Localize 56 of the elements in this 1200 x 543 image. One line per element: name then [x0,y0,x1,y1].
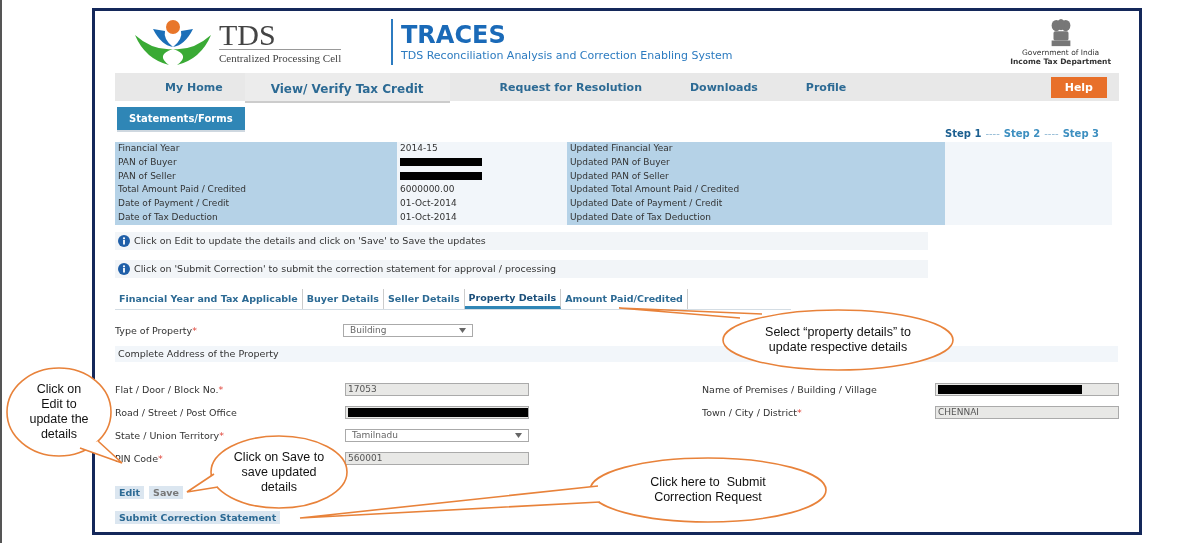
help-button[interactable]: Help [1050,76,1107,98]
caret-icon [459,327,466,333]
tab[interactable]: Property Details [464,288,562,309]
table-cell: Updated Date of Payment / Credit [567,197,945,211]
form-button[interactable]: Save [149,485,183,499]
input-field[interactable]: 17053 [345,382,529,396]
callout-text: Click here to Submit Correction Request [649,475,767,505]
field-label: State / Union Territory* [115,429,224,441]
nav-menu-item[interactable]: Request for Resolution [499,73,642,101]
dropdown-field[interactable]: Tamilnadu [345,428,529,442]
table-cell: Updated Financial Year [567,142,945,156]
info-text: Click on Edit to update the details and click on 'Save' to Save the updates [134,235,486,247]
field-label: Name of Premises / Building / Village [702,383,877,395]
field-label: Town / City / District* [702,406,802,418]
info-text: Click on 'Submit Correction' to submit the correction statement for approval / processing [134,263,557,275]
submit-button[interactable]: Submit Correction Statement [115,510,281,524]
field-label: Road / Street / Post Office [115,406,237,418]
nav-menu-item[interactable]: Profile [805,73,847,101]
app-subtitle: TDS Reconciliation Analysis and Correction Enabling System [401,48,733,62]
table-cell: Financial Year [115,142,397,156]
info-icon [118,262,130,275]
table-cell: 01-Oct-2014 [397,197,567,211]
section-tab[interactable]: Statements/Forms [117,107,245,130]
field-label: Flat / Door / Block No.* [115,383,224,395]
callout-text: Click on Edit to update the details [28,382,90,442]
form-button[interactable]: Edit [115,485,145,499]
input-field[interactable]: CHENNAI [935,405,1119,419]
table-cell: Date of Payment / Credit [115,197,397,211]
step-indicator: Step 1 [945,128,982,139]
step-separator: ---- [985,128,1000,139]
table-cell: Updated Total Amount Paid / Credited [567,183,945,198]
info-icon [118,234,130,247]
caret-icon [515,432,522,438]
input-field[interactable] [935,382,1119,396]
nav-menu-item[interactable]: Downloads [690,73,758,101]
table-cell: 2014-15 [397,142,567,156]
step-indicator: Step 2 [1003,128,1041,139]
tds-logo-icon [133,19,213,65]
input-field[interactable]: 560001 [345,451,529,465]
logo-title: TDS [219,20,277,49]
logo-subtitle: Centralized Processing Cell [219,48,342,64]
table-cell: Total Amount Paid / Credited [115,183,397,198]
tab[interactable]: Financial Year and Tax Applicable [115,288,303,309]
dropdown-field[interactable]: Building [343,323,473,337]
callout-text: Click on Save to save updated details [232,449,326,495]
tab[interactable]: Amount Paid/Credited [561,288,688,309]
tab[interactable]: Buyer Details [302,288,384,309]
table-cell: 6000000.00 [397,183,567,198]
callout-text: Select “property details” to update respective details [764,325,912,355]
nav-menu-item[interactable]: My Home [165,73,223,101]
step-indicator: Step 3 [1062,128,1099,139]
app-title: TRACES [401,22,507,47]
step-separator: ---- [1044,128,1059,139]
nav-menu-item[interactable]: View/ Verify Tax Credit [244,73,450,101]
field-label: Type of Property* [115,324,198,336]
tab[interactable]: Seller Details [383,288,465,309]
